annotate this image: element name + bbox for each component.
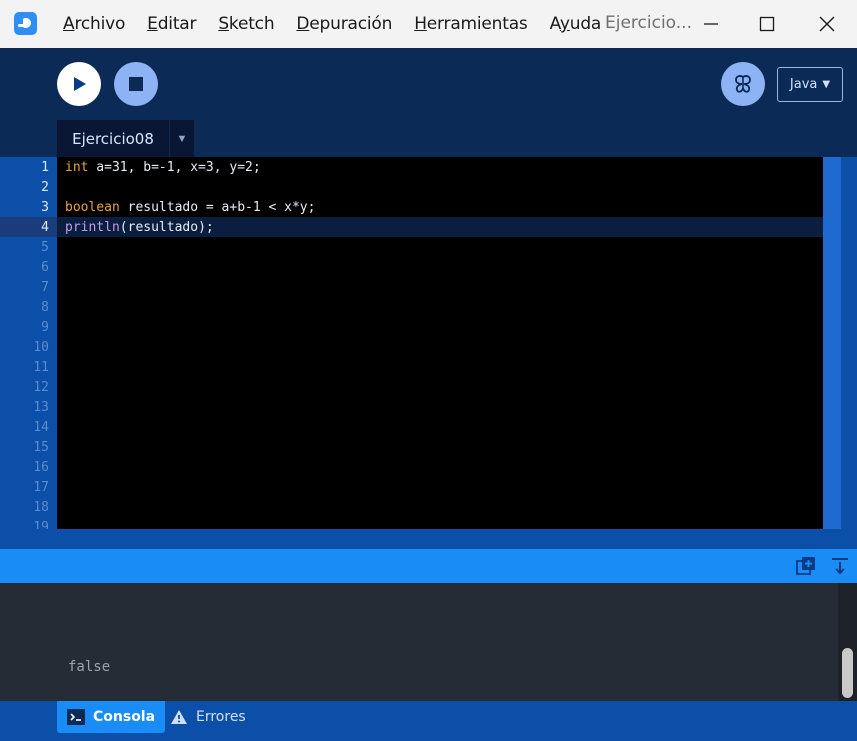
sketch-tab-bar: Ejercicio08 ▼ bbox=[0, 120, 857, 157]
console-panel: false bbox=[0, 583, 857, 701]
code-line[interactable]: println(resultado); bbox=[57, 217, 823, 237]
minimize-button[interactable] bbox=[683, 0, 739, 48]
keyword-token: boolean bbox=[65, 200, 120, 215]
menu-herramientas[interactable]: Herramientas bbox=[414, 14, 528, 34]
close-icon bbox=[819, 16, 835, 32]
code-token: a=31, b=-1, x=3, y=2; bbox=[88, 160, 261, 175]
close-button[interactable] bbox=[799, 0, 855, 48]
line-number: 4 bbox=[0, 217, 57, 237]
tab-errores-label: Errores bbox=[196, 709, 246, 725]
editor-scroll-thumb[interactable] bbox=[823, 157, 841, 529]
console-header bbox=[0, 549, 857, 583]
tab-label: Ejercicio08 bbox=[72, 129, 154, 148]
butterfly-icon bbox=[735, 75, 751, 93]
debugger-button[interactable] bbox=[721, 62, 765, 106]
menu-editar[interactable]: Editar bbox=[147, 14, 196, 34]
window-title: Ejercicio... bbox=[605, 13, 692, 33]
editor-status-strip bbox=[0, 529, 857, 549]
line-number-gutter: 1 2 3 4 5 6 7 8 9 10 11 12 13 14 15 16 17 18 19 bbox=[0, 157, 57, 529]
line-number: 14 bbox=[33, 420, 49, 435]
mode-selector[interactable]: Java ▼ bbox=[777, 67, 843, 102]
maximize-button[interactable] bbox=[739, 0, 795, 48]
title-bar: Archivo Editar Sketch Depuración Herrami… bbox=[0, 0, 857, 48]
maximize-icon bbox=[759, 16, 775, 32]
tab-errores[interactable]: Errores bbox=[160, 701, 256, 733]
line-number: 9 bbox=[41, 320, 49, 335]
mode-label: Java bbox=[789, 77, 818, 92]
console-icon bbox=[67, 709, 85, 725]
line-number: 17 bbox=[33, 480, 49, 495]
function-token: println bbox=[65, 220, 120, 235]
code-token: resultado = a+b-1 < x*y; bbox=[119, 200, 316, 215]
console-scrollbar[interactable] bbox=[838, 583, 857, 701]
code-area[interactable]: int a=31, b=-1, x=3, y=2; boolean result… bbox=[57, 157, 823, 529]
code-line[interactable]: int a=31, b=-1, x=3, y=2; bbox=[57, 157, 823, 177]
stop-button[interactable] bbox=[114, 62, 158, 106]
chevron-down-icon: ▼ bbox=[822, 79, 831, 90]
tab-menu-button[interactable]: ▼ bbox=[170, 120, 194, 157]
warning-icon bbox=[171, 710, 187, 724]
line-number: 10 bbox=[33, 340, 49, 355]
line-number: 18 bbox=[33, 500, 49, 515]
line-number: 2 bbox=[41, 180, 49, 195]
stop-icon bbox=[129, 77, 143, 91]
line-number: 16 bbox=[33, 460, 49, 475]
menu-bar: Archivo Editar Sketch Depuración Herrami… bbox=[52, 0, 612, 48]
menu-archivo[interactable]: Archivo bbox=[63, 14, 125, 34]
minimize-icon bbox=[704, 23, 718, 25]
line-number: 15 bbox=[33, 440, 49, 455]
line-number: 5 bbox=[41, 240, 49, 255]
line-number: 8 bbox=[41, 300, 49, 315]
editor-scrollbar[interactable] bbox=[823, 157, 857, 529]
keyword-token: int bbox=[65, 160, 89, 175]
tab-consola-label: Consola bbox=[93, 709, 156, 725]
processing-app-icon bbox=[14, 12, 37, 35]
chevron-down-icon: ▼ bbox=[176, 132, 188, 145]
collapse-console-icon[interactable] bbox=[830, 556, 850, 576]
line-number: 3 bbox=[41, 200, 49, 215]
code-token: (resultado); bbox=[119, 220, 214, 235]
menu-sketch[interactable]: Sketch bbox=[218, 14, 274, 34]
tab-ejercicio08[interactable]: Ejercicio08 bbox=[57, 120, 169, 157]
editor: 1 2 3 4 5 6 7 8 9 10 11 12 13 14 15 16 17 18 19 int a=31, … bbox=[0, 157, 857, 529]
footer-tab-bar: Consola Errores bbox=[0, 701, 857, 741]
menu-depuracion[interactable]: Depuración bbox=[296, 14, 392, 34]
code-line[interactable]: boolean resultado = a+b-1 < x*y; bbox=[57, 197, 823, 217]
line-number: 19 bbox=[33, 520, 49, 529]
play-icon bbox=[74, 77, 86, 91]
code-line[interactable] bbox=[57, 177, 823, 197]
console-scroll-thumb[interactable] bbox=[842, 648, 853, 698]
line-number: 6 bbox=[41, 260, 49, 275]
line-number: 11 bbox=[33, 360, 49, 375]
add-console-icon[interactable] bbox=[796, 556, 816, 576]
line-number: 1 bbox=[41, 160, 49, 175]
toolbar: Java ▼ bbox=[0, 48, 857, 120]
line-number: 13 bbox=[33, 400, 49, 415]
run-button[interactable] bbox=[57, 62, 101, 106]
tab-consola[interactable]: Consola bbox=[57, 701, 166, 733]
console-output: false bbox=[68, 659, 111, 675]
line-number: 12 bbox=[33, 380, 49, 395]
menu-archivo-rest: rchivo bbox=[74, 14, 126, 34]
menu-ayuda[interactable]: Ayuda bbox=[550, 14, 602, 34]
line-number: 7 bbox=[41, 280, 49, 295]
